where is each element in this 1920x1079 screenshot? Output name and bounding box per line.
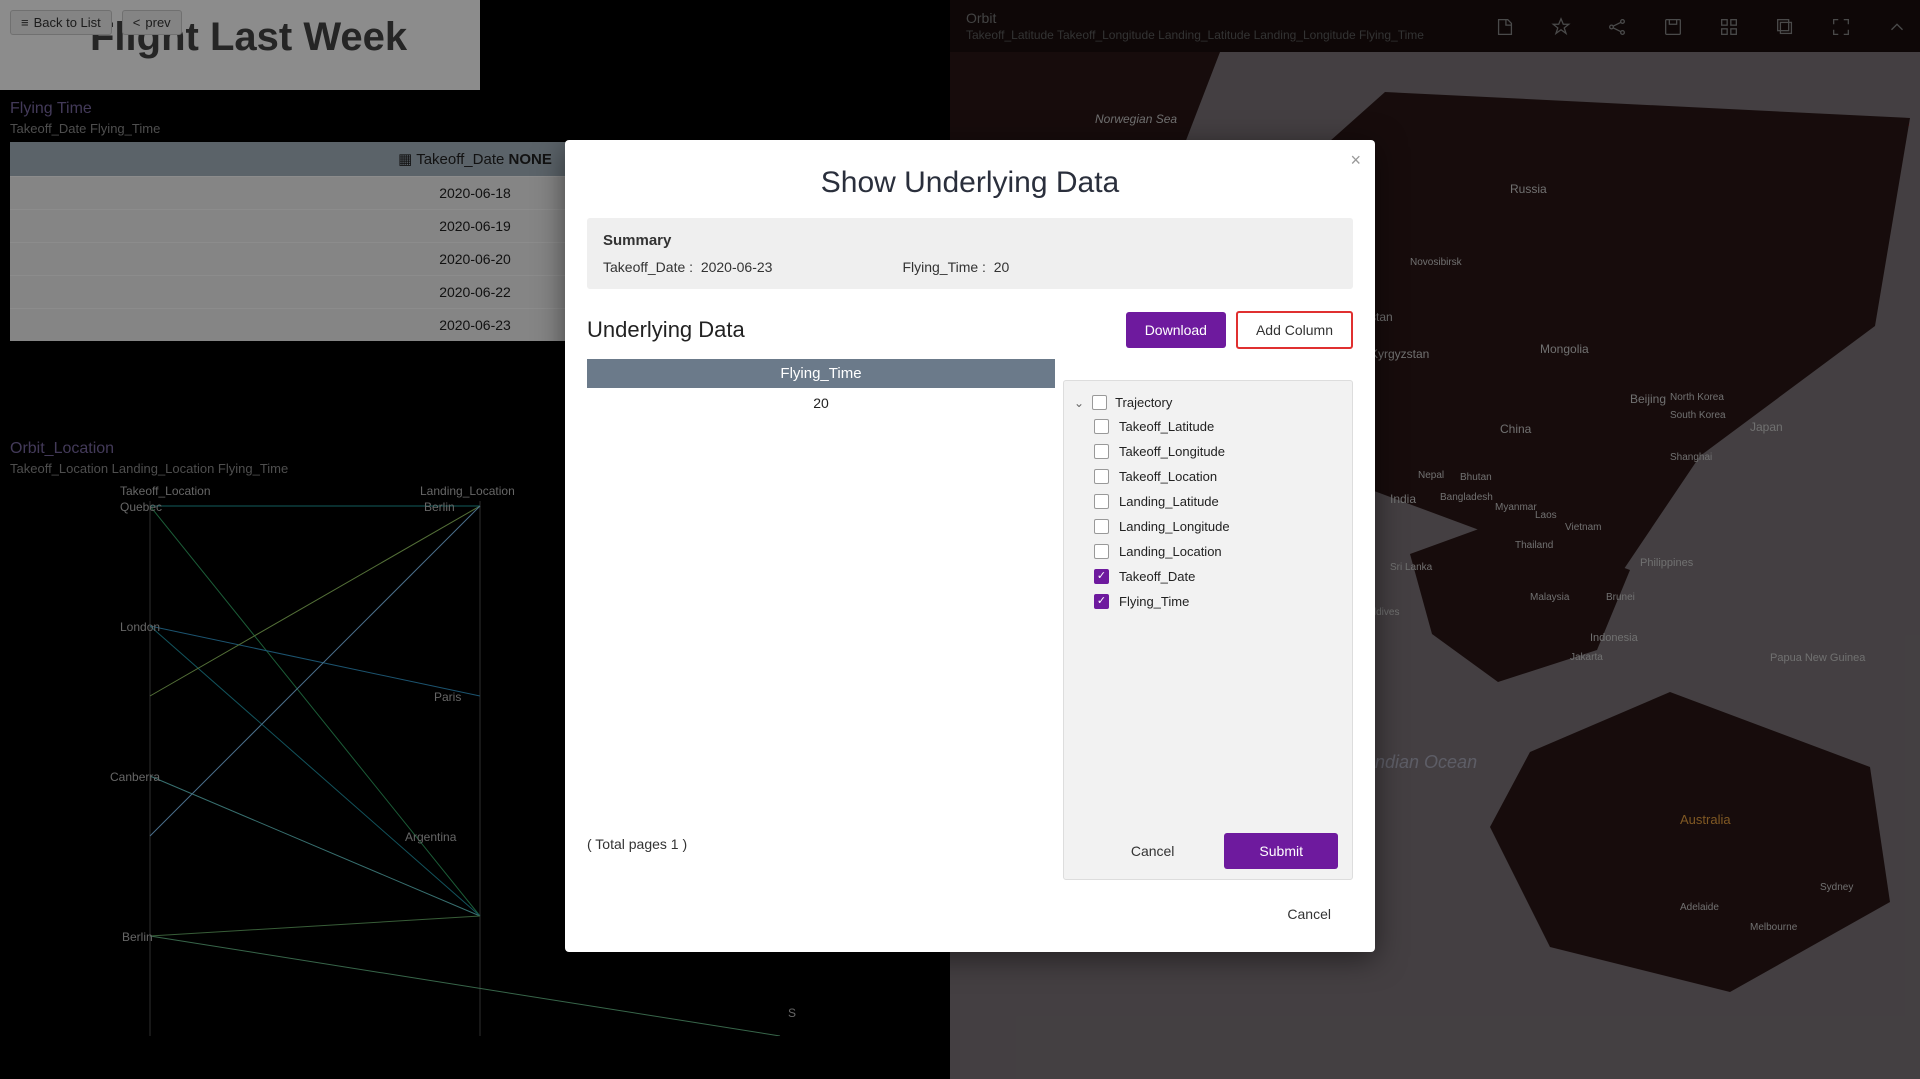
checkbox[interactable] — [1094, 419, 1109, 434]
add-column-button[interactable]: Add Column — [1236, 311, 1353, 349]
tree-item-label: Takeoff_Location — [1119, 469, 1217, 484]
tree-item[interactable]: Flying_Time — [1064, 589, 1352, 614]
summary-flying-value: 20 — [994, 259, 1010, 275]
tree-root-label: Trajectory — [1115, 395, 1172, 410]
tree-item[interactable]: Takeoff_Date — [1064, 564, 1352, 589]
modal-title: Show Underlying Data — [565, 140, 1375, 218]
summary-title: Summary — [603, 232, 1337, 249]
tree-item-label: Takeoff_Longitude — [1119, 444, 1225, 459]
tree-item[interactable]: Takeoff_Longitude — [1064, 439, 1352, 464]
tree-item-label: Takeoff_Date — [1119, 569, 1195, 584]
chevron-down-icon: ⌄ — [1074, 396, 1084, 410]
summary-takeoff-label: Takeoff_Date : — [603, 259, 693, 275]
tree-item[interactable]: Takeoff_Location — [1064, 464, 1352, 489]
underlying-bar: Underlying Data Download Add Column — [587, 311, 1353, 349]
tree-item[interactable]: Takeoff_Latitude — [1064, 414, 1352, 439]
summary-box: Summary Takeoff_Date : 2020-06-23 Flying… — [587, 218, 1353, 289]
checkbox[interactable] — [1094, 469, 1109, 484]
close-icon[interactable]: × — [1350, 150, 1361, 171]
tree-item-label: Takeoff_Latitude — [1119, 419, 1214, 434]
data-table: Flying_Time 20 — [587, 359, 1055, 839]
checkbox[interactable] — [1094, 519, 1109, 534]
add-column-panel: ⌄ Trajectory Takeoff_Latitude Takeoff_Lon… — [1063, 380, 1353, 880]
checkbox[interactable] — [1094, 544, 1109, 559]
checkbox[interactable] — [1094, 569, 1109, 584]
modal-cancel-button[interactable]: Cancel — [1287, 906, 1331, 922]
tree-item[interactable]: Landing_Latitude — [1064, 489, 1352, 514]
summary-row: Takeoff_Date : 2020-06-23 Flying_Time : … — [603, 259, 1337, 275]
table-column-header[interactable]: Flying_Time — [587, 359, 1055, 388]
summary-takeoff-value: 2020-06-23 — [701, 259, 773, 275]
tree-root[interactable]: ⌄ Trajectory — [1064, 391, 1352, 414]
underlying-title: Underlying Data — [587, 317, 1116, 343]
show-underlying-data-modal: × Show Underlying Data Summary Takeoff_D… — [565, 140, 1375, 952]
checkbox-trajectory[interactable] — [1092, 395, 1107, 410]
checkbox[interactable] — [1094, 594, 1109, 609]
tree-item[interactable]: Landing_Longitude — [1064, 514, 1352, 539]
tree-item-label: Flying_Time — [1119, 594, 1189, 609]
download-button[interactable]: Download — [1126, 312, 1226, 348]
panel-cancel-button[interactable]: Cancel — [1131, 843, 1175, 859]
tree-item-label: Landing_Latitude — [1119, 494, 1219, 509]
panel-submit-button[interactable]: Submit — [1224, 833, 1338, 869]
tree-item-label: Landing_Longitude — [1119, 519, 1230, 534]
tree-item[interactable]: Landing_Location — [1064, 539, 1352, 564]
summary-flying-label: Flying_Time : — [902, 259, 986, 275]
checkbox[interactable] — [1094, 494, 1109, 509]
table-row[interactable]: 20 — [587, 388, 1055, 418]
checkbox[interactable] — [1094, 444, 1109, 459]
pages-info: ( Total pages 1 ) — [587, 836, 687, 852]
tree-item-label: Landing_Location — [1119, 544, 1222, 559]
panel-actions: Cancel Submit — [1131, 833, 1338, 869]
